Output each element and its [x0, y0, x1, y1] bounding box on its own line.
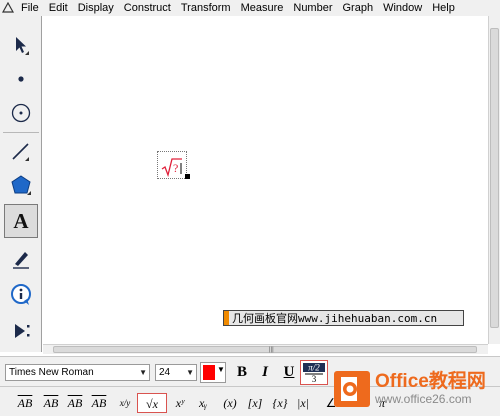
text-tool-icon: A: [13, 208, 29, 233]
point-icon: [18, 76, 24, 82]
underline-button[interactable]: U: [280, 363, 298, 381]
menu-display[interactable]: Display: [73, 0, 119, 16]
menu-construct[interactable]: Construct: [119, 0, 176, 16]
absolute-value-button[interactable]: |x|: [293, 393, 313, 413]
vector-symbol-button[interactable]: AB: [64, 393, 86, 413]
fraction-icon: π/2 3: [303, 363, 325, 383]
play-icon: [15, 324, 30, 338]
office-logo-icon: [334, 371, 370, 407]
menu-number[interactable]: Number: [288, 0, 337, 16]
segment-icon: [12, 143, 29, 161]
straightedge-tool[interactable]: [4, 134, 38, 168]
pentagon-icon: [11, 175, 31, 195]
font-size-select[interactable]: 24 ▼: [155, 364, 197, 381]
text-color-picker[interactable]: ▼: [200, 362, 226, 383]
app-icon[interactable]: [0, 0, 16, 16]
vertical-scrollbar[interactable]: [488, 16, 500, 344]
custom-tool[interactable]: [4, 314, 38, 348]
svg-text:?: ?: [173, 161, 178, 175]
watermark-banner: 几何画板官网www.jihehuaban.com.cn: [223, 310, 464, 326]
menu-help[interactable]: Help: [427, 0, 460, 16]
tool-separator: [3, 132, 39, 133]
menu-file[interactable]: File: [16, 0, 44, 16]
logo-title: Office教程网: [375, 371, 486, 392]
text-object[interactable]: ?: [157, 151, 187, 179]
superscript-button[interactable]: xʸ: [170, 393, 190, 413]
compass-tool[interactable]: [4, 96, 38, 130]
bold-button[interactable]: B: [233, 363, 251, 381]
segment-symbol-button[interactable]: AB: [40, 393, 62, 413]
vertical-scroll-thumb[interactable]: [490, 28, 499, 328]
math-format-toggle[interactable]: π/2 3: [300, 360, 328, 385]
line-symbol-button[interactable]: AB: [88, 393, 110, 413]
horizontal-scrollbar[interactable]: |||: [43, 344, 488, 354]
menu-window[interactable]: Window: [378, 0, 427, 16]
svg-text:3: 3: [312, 374, 317, 383]
marker-tool[interactable]: [4, 242, 38, 276]
chevron-down-icon: ▼: [139, 368, 147, 377]
menu-transform[interactable]: Transform: [176, 0, 236, 16]
horizontal-scroll-thumb[interactable]: |||: [53, 346, 477, 353]
italic-button[interactable]: I: [256, 363, 274, 381]
chevron-down-icon: ▼: [217, 365, 225, 374]
ray-symbol-button[interactable]: AB: [14, 393, 36, 413]
subscript-button[interactable]: xᵧ: [193, 393, 213, 413]
resize-handle[interactable]: [185, 174, 190, 179]
color-fill-swatch: [203, 365, 215, 380]
font-family-value: Times New Roman: [9, 367, 94, 378]
svg-text:π/2: π/2: [308, 363, 320, 373]
sketch-canvas[interactable]: [43, 16, 488, 344]
text-tool[interactable]: A: [4, 204, 38, 238]
chevron-down-icon: ▼: [186, 368, 194, 377]
polygon-tool[interactable]: [4, 168, 38, 202]
point-tool[interactable]: [4, 62, 38, 96]
menu-graph[interactable]: Graph: [338, 0, 379, 16]
watermark-text: 几何画板官网www.jihehuaban.com.cn: [232, 312, 438, 325]
pen-icon: [13, 252, 29, 269]
radical-icon: ?: [161, 158, 182, 177]
tool-palette: A: [0, 16, 42, 352]
arrow-icon: [16, 37, 29, 55]
braces-button[interactable]: {x}: [269, 393, 291, 413]
info-icon: [11, 284, 31, 305]
circle-icon: [11, 103, 31, 123]
scroll-grip: |||: [269, 347, 274, 353]
menu-bar: File Edit Display Construct Transform Me…: [0, 0, 500, 16]
arrow-tool[interactable]: [4, 28, 38, 62]
menu-edit[interactable]: Edit: [44, 0, 73, 16]
logo-url: www.office26.com: [375, 392, 472, 406]
font-family-select[interactable]: Times New Roman ▼: [5, 364, 150, 381]
parentheses-button[interactable]: (x): [219, 393, 241, 413]
brackets-button[interactable]: [x]: [244, 393, 266, 413]
font-size-value: 24: [159, 367, 171, 378]
menu-measure[interactable]: Measure: [236, 0, 289, 16]
information-tool[interactable]: [4, 278, 38, 312]
sqrt-button[interactable]: √x: [137, 393, 167, 413]
office-logo: Office教程网 www.office26.com: [333, 362, 500, 416]
fraction-button[interactable]: x/y: [115, 393, 135, 413]
